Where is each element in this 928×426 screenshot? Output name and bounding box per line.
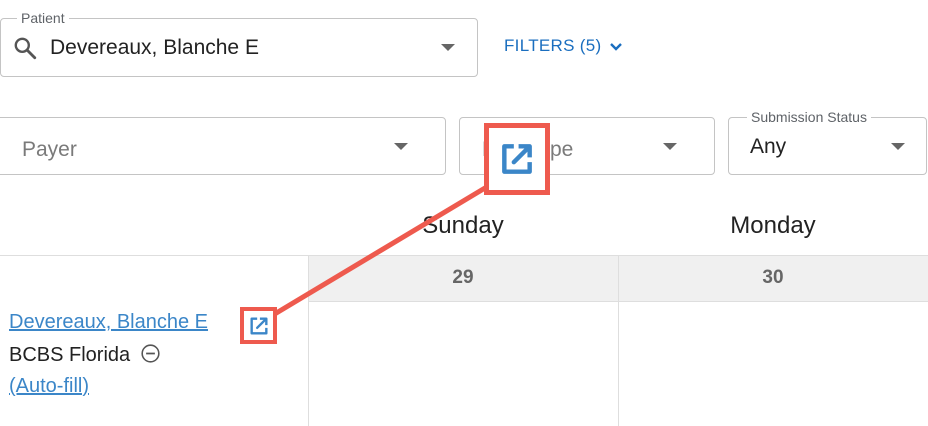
patient-field-legend: Patient	[17, 10, 69, 26]
filters-button[interactable]: FILTERS (5)	[504, 36, 623, 56]
payer-select-placeholder: Payer	[22, 138, 77, 161]
chevron-down-icon	[610, 42, 623, 51]
autofill-link[interactable]: (Auto-fill)	[9, 375, 89, 398]
calendar-cell-monday[interactable]	[619, 301, 928, 426]
chevron-down-icon	[891, 143, 905, 150]
payer-name: BCBS Florida	[9, 343, 161, 367]
payer-select[interactable]: Payer	[0, 117, 446, 175]
remove-circle-icon[interactable]	[140, 343, 161, 364]
filters-button-label: FILTERS (5)	[504, 36, 602, 55]
patient-field-value[interactable]: Devereaux, Blanche E	[50, 36, 259, 60]
calendar-cell-sunday[interactable]	[309, 301, 618, 426]
patient-field[interactable]: Patient Devereaux, Blanche E	[0, 10, 478, 77]
open-in-new-icon[interactable]	[248, 315, 270, 337]
open-in-new-callout	[484, 123, 550, 195]
submission-status-legend: Submission Status	[747, 109, 871, 125]
day-header-monday: Monday	[730, 212, 816, 239]
submission-status-value: Any	[750, 135, 787, 158]
search-icon	[12, 35, 38, 66]
chevron-down-icon	[394, 143, 408, 150]
chevron-down-icon	[663, 143, 677, 150]
chevron-down-icon[interactable]	[441, 44, 455, 51]
submission-status-select[interactable]: Submission Status Any	[728, 109, 927, 175]
open-in-new-icon	[502, 144, 532, 174]
date-sunday: 29	[452, 267, 474, 288]
day-header-sunday: Sunday	[422, 212, 504, 239]
calendar-top-divider	[0, 255, 309, 256]
patient-name-link[interactable]: Devereaux, Blanche E	[9, 311, 208, 334]
type-select-placeholder-end: pe	[550, 138, 574, 161]
open-in-new-highlight[interactable]	[240, 307, 277, 344]
payer-name-label: BCBS Florida	[9, 344, 131, 366]
date-monday: 30	[762, 267, 784, 288]
